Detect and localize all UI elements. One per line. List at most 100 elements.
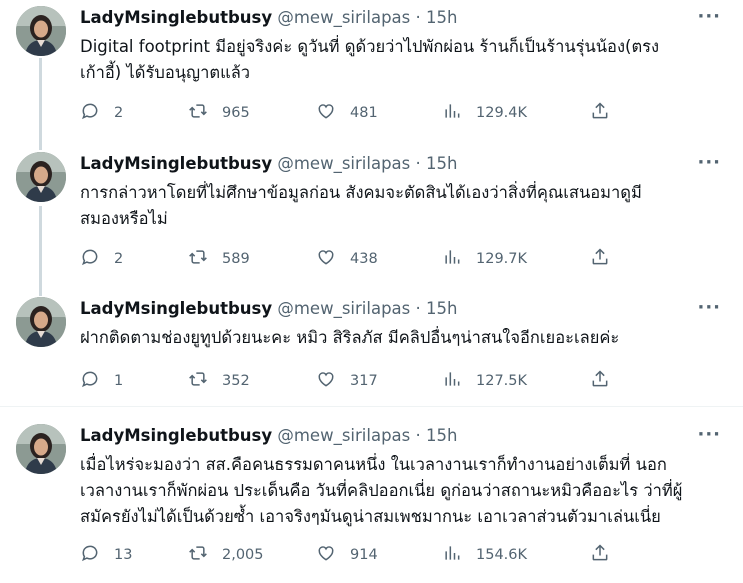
reply-button[interactable]: 13 [80,544,132,566]
like-button[interactable]: 914 [316,544,378,566]
more-icon[interactable]: ··· [697,154,721,172]
views-button[interactable]: 129.7K [442,248,527,270]
share-icon [590,543,610,567]
display-name[interactable]: LadyMsinglebutbusy [80,8,272,27]
retweet-button[interactable]: 2,005 [188,544,264,566]
heart-icon [316,369,336,393]
share-button[interactable] [590,544,610,566]
views-count: 129.7K [476,251,528,267]
timestamp[interactable]: 15h [426,426,457,445]
retweet-count: 589 [222,251,250,267]
timestamp[interactable]: 15h [426,154,457,173]
views-icon [442,247,462,271]
like-count: 438 [350,251,378,267]
share-button[interactable] [590,248,610,270]
tweet-header: LadyMsinglebutbusy @mew_sirilapas · 15h [80,153,457,175]
tweet-text-line: ฝากติดตามช่องยูทูปด้วยนะคะ หมิว สิริลภัส… [80,328,620,347]
reply-icon [80,543,100,567]
retweet-button[interactable]: 589 [188,248,250,270]
display-name[interactable]: LadyMsinglebutbusy [80,299,272,318]
tweet-text: Digital footprint มีอยู่จริงค่ะ ดูวันที่… [80,34,725,86]
like-button[interactable]: 481 [316,102,378,124]
reply-count: 13 [114,547,133,563]
views-button[interactable]: 154.6K [442,544,527,566]
views-button[interactable]: 127.5K [442,370,527,392]
tweet-text-line: การกล่าวหาโดยที่ไม่ศึกษาข้อมูลก่อน สังคม… [80,183,642,202]
like-count: 317 [350,373,378,389]
handle[interactable]: @mew_sirilapas [277,299,410,318]
retweet-count: 352 [222,373,250,389]
tweet-header: LadyMsinglebutbusy @mew_sirilapas · 15h [80,425,457,447]
like-count: 481 [350,105,378,121]
like-button[interactable]: 317 [316,370,378,392]
views-count: 127.5K [476,373,528,389]
display-name[interactable]: LadyMsinglebutbusy [80,154,272,173]
separator-dot: · [415,426,421,445]
timestamp[interactable]: 15h [426,8,457,27]
retweet-button[interactable]: 965 [188,102,250,124]
reply-button[interactable]: 2 [80,102,123,124]
tweet-actions: 13 2,005 914 154.6K [80,544,620,566]
retweet-icon [188,247,208,271]
separator-dot: · [415,154,421,173]
like-count: 914 [350,547,378,563]
share-icon [590,101,610,125]
share-button[interactable] [590,102,610,124]
reply-count: 2 [114,251,124,267]
tweet-header: LadyMsinglebutbusy @mew_sirilapas · 15h [80,7,457,29]
views-icon [442,101,462,125]
divider [0,406,743,407]
avatar[interactable] [16,6,66,56]
reply-count: 1 [114,373,124,389]
retweet-icon [188,101,208,125]
tweet-text: เมื่อไหร่จะมองว่า สส.คือคนธรรมดาคนหนึ่ง … [80,452,725,530]
retweet-count: 2,005 [222,547,264,563]
tweet-text-line: เมื่อไหร่จะมองว่า สส.คือคนธรรมดาคนหนึ่ง … [80,455,667,474]
more-icon[interactable]: ··· [697,299,721,317]
retweet-icon [188,543,208,567]
more-icon[interactable]: ··· [697,8,721,26]
tweet-text-line: สมองหรือไม่ [80,209,168,228]
timestamp[interactable]: 15h [426,299,457,318]
tweet-text: ฝากติดตามช่องยูทูปด้วยนะคะ หมิว สิริลภัส… [80,325,725,351]
tweet-text-line: สมัครยังไม่ได้เป็นด้วยซ้ำ เอาจริงๆมันดูน… [80,507,661,526]
views-count: 129.4K [476,105,528,121]
tweet-actions: 2 589 438 129.7K [80,248,620,270]
reply-icon [80,101,100,125]
avatar[interactable] [16,424,66,474]
heart-icon [316,543,336,567]
separator-dot: · [415,8,421,27]
tweet-header: LadyMsinglebutbusy @mew_sirilapas · 15h [80,298,457,320]
share-icon [590,369,610,393]
views-count: 154.6K [476,547,528,563]
share-icon [590,247,610,271]
views-button[interactable]: 129.4K [442,102,527,124]
tweet-actions: 2 965 481 129.4K [80,102,620,124]
tweet-text: การกล่าวหาโดยที่ไม่ศึกษาข้อมูลก่อน สังคม… [80,180,725,232]
tweet-text-line: เก้าอี้) ได้รับอนุญาตแล้ว [80,63,251,82]
avatar[interactable] [16,297,66,347]
tweet-text-line: Digital footprint มีอยู่จริงค่ะ ดูวันที่… [80,37,660,56]
separator-dot: · [415,299,421,318]
avatar[interactable] [16,152,66,202]
handle[interactable]: @mew_sirilapas [277,426,410,445]
thread-line [39,206,42,296]
share-button[interactable] [590,370,610,392]
handle[interactable]: @mew_sirilapas [277,154,410,173]
heart-icon [316,247,336,271]
views-icon [442,369,462,393]
retweet-count: 965 [222,105,250,121]
tweet-text-line: เวลางานเราก็พักผ่อน ประเด็นคือ วันที่คลิ… [80,481,683,500]
thread-line [39,58,42,150]
like-button[interactable]: 438 [316,248,378,270]
display-name[interactable]: LadyMsinglebutbusy [80,426,272,445]
reply-icon [80,247,100,271]
retweet-icon [188,369,208,393]
more-icon[interactable]: ··· [697,426,721,444]
reply-button[interactable]: 1 [80,370,123,392]
reply-button[interactable]: 2 [80,248,123,270]
reply-icon [80,369,100,393]
retweet-button[interactable]: 352 [188,370,250,392]
heart-icon [316,101,336,125]
handle[interactable]: @mew_sirilapas [277,8,410,27]
